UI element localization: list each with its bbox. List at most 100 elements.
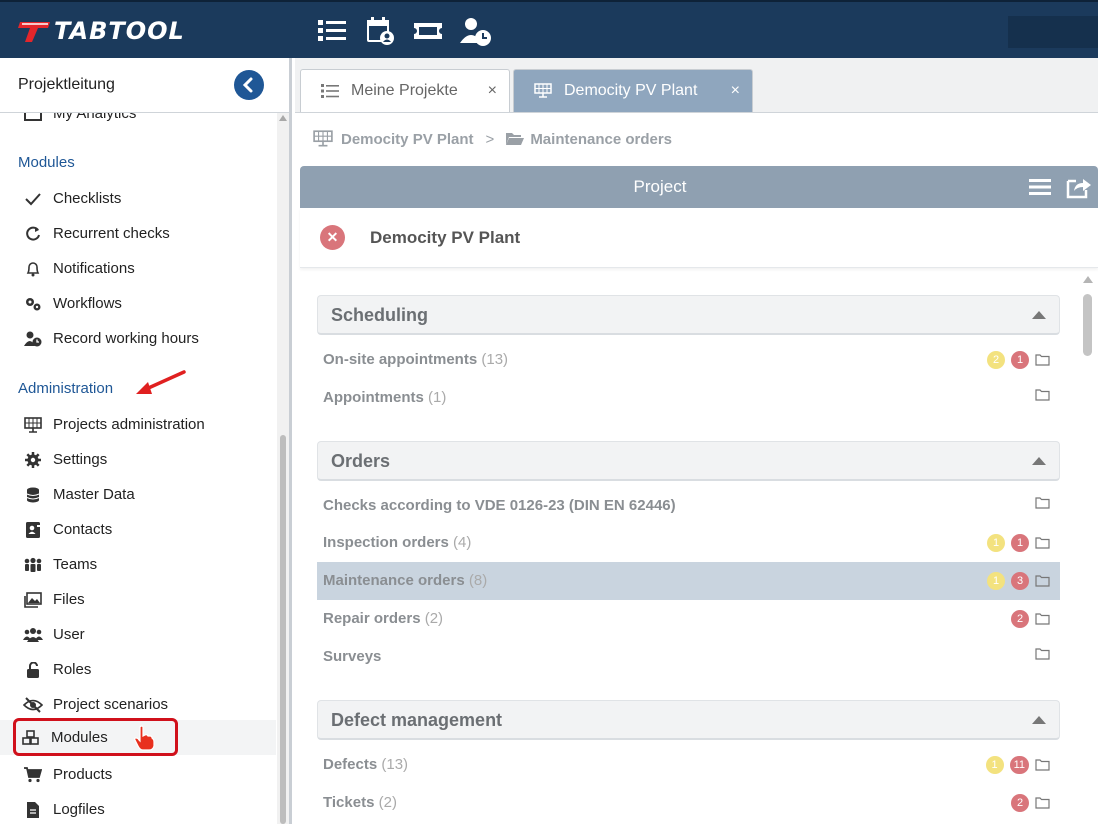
sidebar-item-record-working-hours[interactable]: Record working hours (0, 321, 276, 356)
list-item[interactable]: On-site appointments (13) 21 (317, 341, 1060, 379)
folder-icon[interactable] (1035, 354, 1050, 366)
list-item[interactable]: Tickets (2) 2 (317, 784, 1060, 822)
sidebar-item-settings[interactable]: Settings (0, 442, 276, 477)
address-card-icon (23, 520, 43, 540)
sidebar-item-products[interactable]: Products (0, 757, 276, 792)
breadcrumb-project-link[interactable]: Democity PV Plant (341, 131, 474, 148)
group-title: Defect management (331, 710, 503, 730)
yellow-count-badge: 1 (985, 756, 1004, 774)
red-count-badge: 11 (1009, 756, 1029, 774)
cart-icon (23, 765, 43, 785)
panel-title: Project (633, 177, 687, 196)
sidebar-item-project-scenarios[interactable]: Project scenarios (0, 687, 276, 722)
eye-slash-icon (23, 695, 43, 715)
hand-cursor-icon (134, 725, 155, 751)
folder-icon[interactable] (1035, 389, 1050, 401)
folder-icon[interactable] (1035, 537, 1050, 549)
bell-icon (23, 259, 43, 279)
sidebar-item-roles[interactable]: Roles (0, 652, 276, 687)
user-clock-icon[interactable] (460, 15, 492, 47)
tab-meine-projekte[interactable]: Meine Projekte × (300, 69, 510, 112)
chevron-left-icon (242, 77, 253, 93)
group-scheduling[interactable]: Scheduling (317, 295, 1060, 335)
sidebar-item-user[interactable]: User (0, 617, 276, 652)
section-modules: Modules (18, 154, 75, 171)
logo-mark-icon (18, 22, 50, 42)
unlock-icon (23, 660, 43, 680)
red-arrow-annotation-icon (136, 370, 186, 394)
sidebar-item-master-data[interactable]: Master Data (0, 477, 276, 512)
solar-panel-icon (313, 130, 333, 147)
file-icon (23, 800, 43, 820)
close-tab-icon[interactable]: × (731, 82, 740, 100)
section-administration: Administration (18, 380, 114, 397)
collapse-caret-icon[interactable] (1032, 457, 1046, 465)
group-title: Orders (331, 451, 391, 471)
refresh-icon (23, 224, 43, 244)
list-item[interactable]: Repair orders (2) 2 (317, 600, 1060, 638)
list-icon[interactable] (316, 15, 348, 47)
folder-icon[interactable] (1035, 797, 1050, 809)
content-scroll-thumb[interactable] (1083, 294, 1092, 356)
sidebar-item-files[interactable]: Files (0, 582, 276, 617)
share-icon[interactable] (1066, 175, 1092, 199)
sidebar-scrollbar[interactable] (277, 113, 289, 824)
users-icon (23, 625, 43, 645)
tab-label: Meine Projekte (351, 82, 458, 99)
collapse-caret-icon[interactable] (1032, 311, 1046, 319)
calendar-user-icon[interactable] (364, 15, 396, 47)
scroll-up-arrow-icon[interactable] (1083, 276, 1093, 283)
list-item[interactable]: Checks according to VDE 0126-23 (DIN EN … (317, 487, 1060, 525)
list-item[interactable]: Defects (13) 1 11 (317, 746, 1060, 784)
project-header-row: ✕ Democity PV Plant (300, 208, 1098, 268)
ticket-icon[interactable] (412, 15, 444, 47)
team-icon (23, 555, 43, 575)
tab-democity-pv-plant[interactable]: Democity PV Plant × (513, 69, 753, 112)
sidebar-item-notifications[interactable]: Notifications (0, 251, 276, 286)
top-bar: TABTOOL (0, 0, 1098, 58)
close-project-button[interactable]: ✕ (320, 225, 345, 250)
sidebar-item-checklists[interactable]: Checklists (0, 181, 276, 216)
breadcrumb: Democity PV Plant > Maintenance orders (313, 130, 672, 148)
folder-icon[interactable] (1035, 497, 1050, 509)
tab-bar: Meine Projekte × Democity PV Plant × (295, 58, 1098, 113)
list-icon (321, 84, 339, 98)
chart-icon (23, 113, 43, 124)
red-count-badge: 2 (1011, 610, 1029, 628)
scroll-up-arrow-icon[interactable] (279, 115, 287, 121)
menu-icon[interactable] (1029, 178, 1051, 196)
folder-icon[interactable] (1035, 575, 1050, 587)
project-name: Democity PV Plant (370, 228, 521, 247)
solar-panel-icon (23, 415, 43, 435)
user-clock-icon (23, 329, 43, 349)
sidebar-item-projects-administration[interactable]: Projects administration (0, 407, 276, 442)
sidebar-scroll-thumb[interactable] (280, 435, 286, 824)
sidebar-item-logfiles[interactable]: Logfiles (0, 792, 276, 824)
group-orders[interactable]: Orders (317, 441, 1060, 481)
sidebar-item-workflows[interactable]: Workflows (0, 286, 276, 321)
sidebar-item-my-analytics[interactable]: My Analytics (0, 113, 276, 131)
project-panel-header: Project (300, 166, 1098, 208)
list-item[interactable]: Surveys (317, 638, 1060, 676)
breadcrumb-separator: > (485, 130, 495, 148)
folder-icon[interactable] (1035, 759, 1050, 771)
content-scrollbar[interactable] (1078, 270, 1098, 824)
folder-icon[interactable] (1035, 613, 1050, 625)
collapse-sidebar-button[interactable] (234, 70, 264, 100)
logo-text: TABTOOL (54, 17, 185, 45)
red-count-badge: 2 (1011, 794, 1029, 812)
list-item[interactable]: Appointments (1) (317, 379, 1060, 417)
tabtool-logo[interactable]: TABTOOL (18, 16, 185, 46)
close-tab-icon[interactable]: × (488, 82, 497, 100)
top-right-area (1008, 16, 1098, 48)
database-icon (23, 485, 43, 505)
folder-icon[interactable] (1035, 648, 1050, 660)
collapse-caret-icon[interactable] (1032, 716, 1046, 724)
list-item-selected[interactable]: Maintenance orders (8) 13 (317, 562, 1060, 600)
red-count-badge: 1 (1011, 534, 1029, 552)
sidebar-item-teams[interactable]: Teams (0, 547, 276, 582)
sidebar-item-contacts[interactable]: Contacts (0, 512, 276, 547)
sidebar-item-recurrent-checks[interactable]: Recurrent checks (0, 216, 276, 251)
group-defect-management[interactable]: Defect management (317, 700, 1060, 740)
list-item[interactable]: Inspection orders (4) 11 (317, 524, 1060, 562)
